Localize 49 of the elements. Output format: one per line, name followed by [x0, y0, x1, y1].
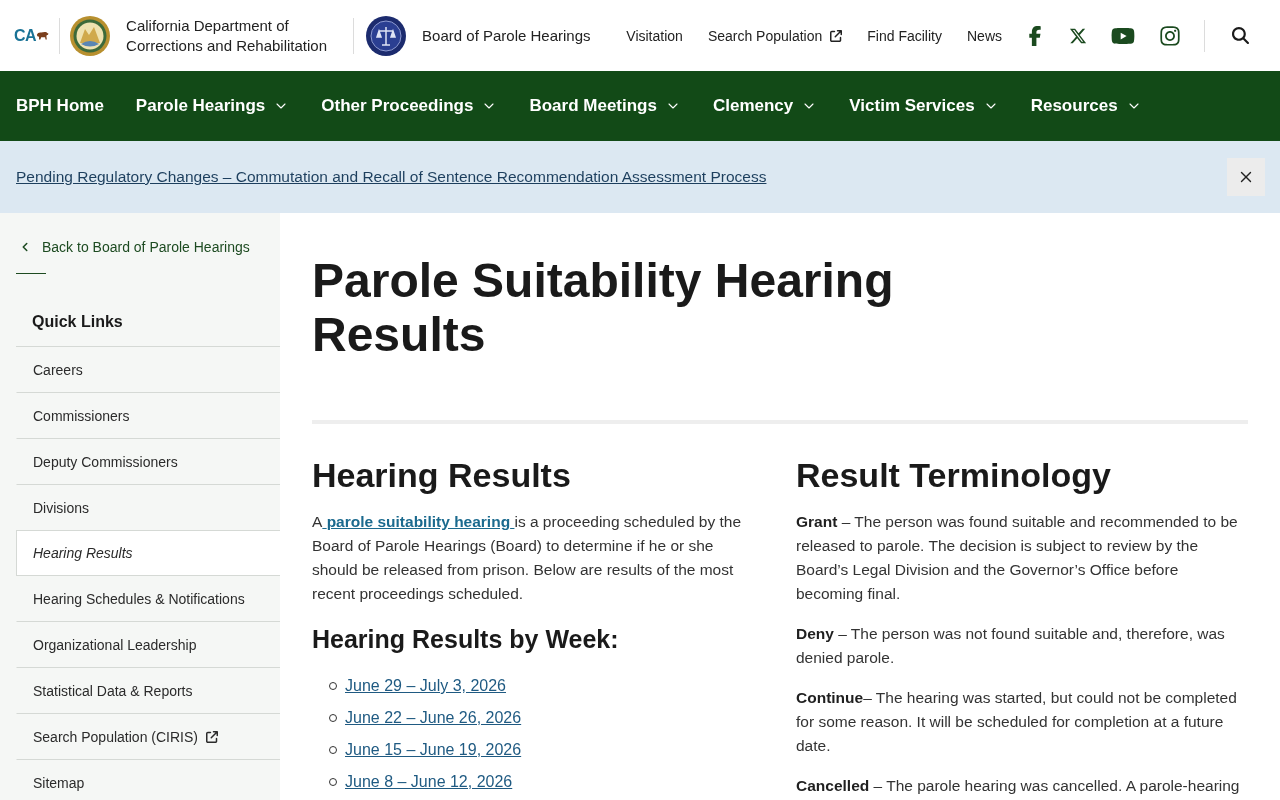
sidebar-link[interactable]: Statistical Data & Reports [16, 668, 280, 714]
sidebar-link[interactable]: Search Population (CIRIS) [16, 714, 280, 760]
week-link[interactable]: June 29 – July 3, 2026 [345, 677, 506, 695]
close-button[interactable] [1227, 158, 1265, 196]
external-link-icon [830, 29, 843, 42]
nav-menu-item[interactable]: Parole Hearings [135, 96, 290, 116]
bear-icon [36, 31, 50, 40]
alert-link[interactable]: Pending Regulatory Changes – Commutation and Recall of Sentence Recommendation Assessment Process [16, 168, 767, 186]
utility-link[interactable]: Search Population [707, 27, 843, 44]
logo-text[interactable]: CA [14, 27, 37, 44]
sidebar-link[interactable]: Commissioners [16, 393, 280, 439]
sidebar-link[interactable]: Organizational Leadership [16, 622, 280, 668]
external-link-icon [205, 730, 218, 743]
section-heading: Hearing Results [312, 455, 572, 495]
sidebar-link[interactable]: Deputy Commissioners [16, 439, 280, 485]
section-heading: Result Terminology [796, 455, 1112, 495]
nav-menu-item[interactable]: Resources [1030, 96, 1142, 116]
week-link[interactable]: June 8 – June 12, 2026 [345, 773, 513, 791]
term-definition: Cancelled – The parole hearing was cancelled. A parole-hearing [796, 776, 1241, 796]
back-link[interactable]: Back to Board of Parole Hearings [16, 237, 280, 257]
sidebar-link[interactable]: Sitemap [16, 760, 280, 800]
quick-links-heading: Quick Links [16, 311, 280, 347]
sidebar-link[interactable]: Hearing Schedules & Notifications [16, 576, 280, 622]
week-link[interactable]: June 15 – June 19, 2026 [345, 741, 522, 759]
nav-menu-item[interactable]: Board Meetings [529, 96, 681, 116]
utility-link[interactable]: Find Facility [867, 27, 942, 44]
page-title: Parole Suitability Hearing Results [312, 254, 895, 362]
board-name: Board of Parole Hearings [422, 25, 591, 46]
utility-link[interactable]: Visitation [626, 27, 683, 44]
instagram-icon[interactable] [1159, 24, 1181, 47]
week-link[interactable]: June 22 – June 26, 2026 [345, 709, 522, 727]
subsection-heading: Hearing Results by Week: [312, 624, 620, 655]
text-link[interactable]: parole suitability hearing [322, 513, 515, 530]
nav-menu-item[interactable]: Other Proceedings [321, 96, 498, 116]
term-definition: Deny – The person was not found suitable and, therefore, was denied parole. [796, 624, 1226, 668]
term-definition: Continue– The hearing was started, but could not be completed for some reason. It will be scheduled for completion at a future date. [796, 688, 1238, 756]
seal-icon [366, 15, 407, 56]
x-logo-icon[interactable] [1069, 26, 1087, 45]
nav-menu-item[interactable]: Victim Services [849, 96, 999, 116]
department-name: California Department of Corrections and Rehabilitation [126, 15, 329, 56]
seal-icon [70, 15, 111, 56]
utility-link[interactable]: News [967, 27, 1002, 44]
sidebar-link[interactable]: Hearing Results [16, 530, 280, 576]
term-definition: Grant – The person was found suitable and recommended to be released to parole. The decision is subject to review by the Board’s Legal Division and the Governor’s Office before becoming final. [796, 512, 1239, 604]
sidebar-link[interactable]: Careers [16, 347, 280, 393]
nav-menu-item[interactable]: Clemency [712, 96, 818, 116]
search-icon[interactable] [1232, 27, 1249, 44]
intro-paragraph: A parole suitability hearing is a proceeding scheduled by the Board of Parole Hearings (Board) to determine if he or she should be released from prison. Below are results of the most recent proceedings scheduled. [312, 512, 743, 604]
nav-menu-item[interactable]: BPH Home [16, 96, 104, 116]
